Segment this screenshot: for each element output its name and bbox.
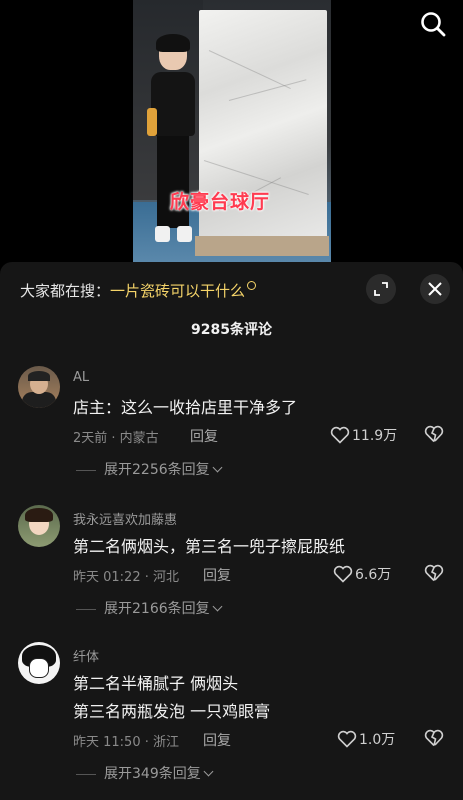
like-count: 1.0万: [359, 732, 396, 748]
comment-text-line-2: 第三名两瓶发泡 一只鸡眼膏: [73, 702, 271, 721]
heart-icon: [330, 426, 350, 444]
reply-button[interactable]: 回复: [203, 730, 231, 750]
expand-replies-button[interactable]: 展开349条回复: [76, 763, 214, 783]
like-count: 6.6万: [355, 567, 392, 583]
avatar[interactable]: [18, 642, 60, 684]
like-count: 11.9万: [352, 428, 398, 444]
close-icon: [428, 282, 442, 296]
broken-heart-icon: [424, 564, 444, 582]
small-search-icon: [247, 281, 257, 290]
heart-icon: [337, 730, 357, 748]
comment-username[interactable]: AL: [73, 370, 89, 385]
comments-panel: 大家都在搜：一片瓷砖可以干什么 9285条评论 AL 店主：这么一收拾店里干净多…: [0, 262, 463, 800]
expand-replies-label: 展开2256条回复: [104, 462, 210, 478]
expand-replies-button[interactable]: 展开2256条回复: [76, 459, 223, 479]
dislike-button[interactable]: [424, 729, 444, 751]
chevron-down-icon: [212, 462, 223, 473]
like-button[interactable]: 11.9万: [330, 425, 397, 445]
expand-replies-label: 展开349条回复: [104, 766, 201, 782]
avatar[interactable]: [18, 505, 60, 547]
video-player[interactable]: 欣豪台球厅: [0, 0, 463, 262]
trending-search[interactable]: 大家都在搜：一片瓷砖可以干什么: [20, 280, 257, 301]
comment-meta: 昨天 01:22 · 河北: [73, 570, 179, 585]
comment-text-line-1: 第二名半桶腻子 俩烟头: [73, 674, 239, 693]
comment-text: 第二名俩烟头，第三名一兜子擦屁股纸: [73, 537, 346, 556]
person-figure: [147, 34, 197, 248]
chevron-down-icon: [212, 601, 223, 612]
expand-replies-button[interactable]: 展开2166条回复: [76, 598, 223, 618]
like-button[interactable]: 6.6万: [333, 564, 391, 584]
like-button[interactable]: 1.0万: [337, 729, 395, 749]
expand-icon: [374, 282, 388, 296]
comment-item: 纤体 第二名半桶腻子 俩烟头 第三名两瓶发泡 一只鸡眼膏 昨天 11:50 · …: [0, 642, 463, 782]
dislike-button[interactable]: [424, 564, 444, 586]
heart-icon: [333, 565, 353, 583]
chevron-down-icon: [203, 766, 214, 777]
broken-heart-icon: [424, 729, 444, 747]
slab-base: [195, 236, 329, 256]
dislike-button[interactable]: [424, 425, 444, 447]
comment-username[interactable]: 我永远喜欢加藤惠: [73, 509, 177, 528]
comment-username[interactable]: 纤体: [73, 646, 99, 665]
video-frame: [133, 0, 331, 262]
reply-button[interactable]: 回复: [203, 565, 231, 585]
comment-item: AL 店主：这么一收拾店里干净多了 2天前 · 内蒙古 回复 11.9万 展开2…: [0, 366, 463, 479]
expand-replies-label: 展开2166条回复: [104, 601, 210, 617]
reply-button[interactable]: 回复: [190, 426, 218, 446]
comment-item: 我永远喜欢加藤惠 第二名俩烟头，第三名一兜子擦屁股纸 昨天 01:22 · 河北…: [0, 505, 463, 618]
trending-prefix: 大家都在搜：: [20, 282, 111, 300]
comment-count: 9285条评论: [191, 322, 272, 338]
search-icon[interactable]: [419, 10, 447, 38]
comment-meta: 2天前 · 内蒙古: [73, 431, 159, 446]
video-caption: 欣豪台球厅: [170, 191, 271, 213]
avatar[interactable]: [18, 366, 60, 408]
expand-panel-button[interactable]: [366, 274, 396, 304]
comment-text: 店主：这么一收拾店里干净多了: [73, 398, 298, 417]
close-panel-button[interactable]: [420, 274, 450, 304]
broken-heart-icon: [424, 425, 444, 443]
comment-meta: 昨天 11:50 · 浙江: [73, 735, 179, 750]
trending-term[interactable]: 一片瓷砖可以干什么: [110, 282, 245, 300]
